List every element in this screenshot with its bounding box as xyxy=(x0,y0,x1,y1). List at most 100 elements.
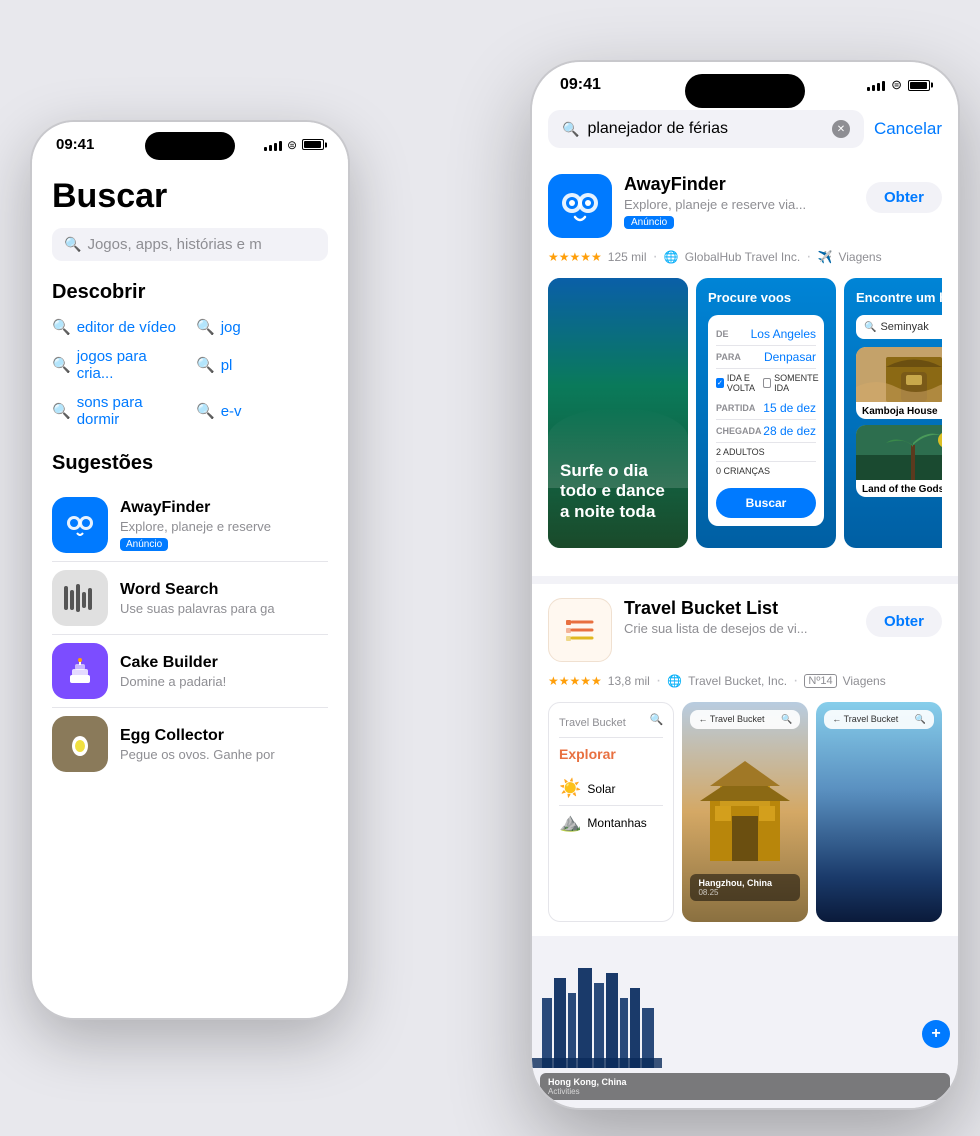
search-placeholder: Jogos, apps, histórias e m xyxy=(87,236,261,253)
category-tag: Viagens xyxy=(843,674,886,688)
search-icon-small: 🔍 xyxy=(196,356,215,374)
status-time-front: 09:41 xyxy=(560,76,601,94)
search-icon-small: 🔍 xyxy=(196,402,215,420)
screenshots-row: Sete dias em Bali Surfe o dia todo e dan… xyxy=(548,278,942,548)
app-desc: Explore, planeje e reserve via... xyxy=(624,197,854,212)
search-icon-small: 🔍 xyxy=(196,318,215,336)
signal-icon xyxy=(264,139,282,151)
suggestion-item[interactable]: 🔍 sons para dormir xyxy=(52,394,184,428)
suggestion-text: editor de vídeo xyxy=(77,319,176,336)
second-app-meta: ★★★★★ 13,8 mil · 🌐 Travel Bucket, Inc. ·… xyxy=(548,672,942,690)
suggestion-text: jogos para cria... xyxy=(77,348,184,382)
app-icon-eggcollector xyxy=(52,716,108,772)
status-bar-back: 09:41 ⊜ xyxy=(32,122,348,161)
suggestion-item[interactable]: 🔍 pl xyxy=(196,348,328,382)
suggestion-item[interactable]: 🔍 jogos para cria... xyxy=(52,348,184,382)
search-suggestions: 🔍 editor de vídeo 🔍 jog 🔍 jogos para cri… xyxy=(52,318,328,428)
list-item[interactable]: Word Search Use suas palavras para ga xyxy=(52,562,328,635)
status-time-back: 09:41 xyxy=(56,136,94,153)
search-container: 🔍 planejador de férias ✕ Cancelar xyxy=(532,102,958,160)
flight-from-row: DE Los Angeles xyxy=(716,323,816,346)
buscar-flight-button[interactable]: Buscar xyxy=(716,488,816,518)
hotel-search-bar: 🔍 Seminyak xyxy=(856,315,942,339)
status-bar-front: 09:41 ⊜ xyxy=(532,62,958,102)
second-app-desc: Crie sua lista de desejos de vi... xyxy=(624,621,854,636)
stars: ★★★★★ xyxy=(548,674,602,688)
phone-back: 09:41 ⊜ Buscar 🔍 Jogos, apps, história xyxy=(30,120,350,1020)
flight-children-row: 0 CRIANÇAS xyxy=(716,462,816,480)
suggestion-text: pl xyxy=(221,357,233,374)
hotel-card-2: Land of the Gods Inn xyxy=(856,425,942,497)
app-name: Word Search xyxy=(120,581,328,599)
dynamic-island-front xyxy=(685,74,805,108)
suggestion-text-group: Cake Builder Domine a padaria! xyxy=(120,654,328,689)
hotel-card-name-2: Land of the Gods Inn xyxy=(856,480,942,497)
app-icon-travel-bucket xyxy=(548,598,612,662)
plane-icon: ✈️ xyxy=(817,250,832,264)
search-bar-back[interactable]: 🔍 Jogos, apps, histórias e m xyxy=(52,228,328,261)
main-app-card: AwayFinder Explore, planeje e reserve vi… xyxy=(532,160,958,576)
screenshot-bali: Sete dias em Bali Surfe o dia todo e dan… xyxy=(548,278,688,548)
list-item[interactable]: AwayFinder Explore, planeje e reserve An… xyxy=(52,489,328,562)
cancel-button[interactable]: Cancelar xyxy=(874,119,942,139)
second-obter-button[interactable]: Obter xyxy=(866,606,942,637)
checkbox-roundtrip: ✓ xyxy=(716,378,724,388)
flight-title: Procure voos xyxy=(708,290,824,305)
second-app-info: Travel Bucket List Crie sua lista de des… xyxy=(624,598,854,636)
suggestion-item[interactable]: 🔍 jog xyxy=(196,318,328,336)
obter-button[interactable]: Obter xyxy=(866,182,942,213)
list-item[interactable]: Cake Builder Domine a padaria! xyxy=(52,635,328,708)
app-name: Egg Collector xyxy=(120,727,328,745)
dynamic-island-back xyxy=(145,132,235,160)
app-card-header: AwayFinder Explore, planeje e reserve vi… xyxy=(548,174,942,238)
app-name: AwayFinder xyxy=(624,174,854,195)
second-app-header: Travel Bucket List Crie sua lista de des… xyxy=(548,598,942,662)
globe-icon: 🌐 xyxy=(667,674,682,688)
suggestion-text: sons para dormir xyxy=(77,394,184,428)
suggestion-item[interactable]: 🔍 e-v xyxy=(196,394,328,428)
hotel-card-image-1 xyxy=(856,347,942,402)
buscar-title: Buscar xyxy=(52,177,328,216)
travel-screenshot-1: Travel Bucket 🔍 Explorar ☀️ Solar ⛰️ Mon… xyxy=(548,702,674,922)
flight-options-row: ✓ IDA E VOLTA SOMENTE IDA xyxy=(716,369,816,397)
bali-main-text: Surfe o dia todo e dance a noite toda xyxy=(560,461,676,522)
back-phone-content: Buscar 🔍 Jogos, apps, histórias e m Desc… xyxy=(32,161,348,796)
hotel-card-image-2 xyxy=(856,425,942,480)
wifi-icon: ⊜ xyxy=(287,138,297,152)
battery-icon xyxy=(908,80,930,91)
app-name: AwayFinder xyxy=(120,499,328,517)
app-meta: ★★★★★ 125 mil · 🌐 GlobalHub Travel Inc. … xyxy=(548,248,942,266)
app-name: Cake Builder xyxy=(120,654,328,672)
category-tag: Viagens xyxy=(838,250,881,264)
suggestion-item[interactable]: 🔍 editor de vídeo xyxy=(52,318,184,336)
app-icon-cakebuilder xyxy=(52,643,108,699)
app-icon-awayfinder-large xyxy=(548,174,612,238)
clear-button[interactable]: ✕ xyxy=(832,120,850,138)
hotel-card-1: Kamboja House xyxy=(856,347,942,419)
suggestion-text-group: AwayFinder Explore, planeje e reserve An… xyxy=(120,499,328,552)
search-icon: 🔍 xyxy=(64,236,81,253)
app-icon-wordsearch xyxy=(52,570,108,626)
list-item[interactable]: Egg Collector Pegue os ovos. Ganhe por xyxy=(52,708,328,780)
second-app-card: Travel Bucket List Crie sua lista de des… xyxy=(532,584,958,936)
status-icons-back: ⊜ xyxy=(264,138,324,152)
phone-front: 09:41 ⊜ 🔍 planejador de férias ✕ xyxy=(530,60,960,1110)
globe-icon: 🌐 xyxy=(664,250,679,264)
anuncio-badge: Anúncio xyxy=(120,538,168,551)
divider xyxy=(532,576,958,584)
search-bar-front[interactable]: 🔍 planejador de férias ✕ xyxy=(548,110,864,148)
age-badge: Nº14 xyxy=(804,674,836,688)
suggestion-text-group: Egg Collector Pegue os ovos. Ganhe por xyxy=(120,727,328,762)
status-icons-front: ⊜ xyxy=(867,77,930,93)
developer-info: Travel Bucket, Inc. xyxy=(688,674,787,688)
search-icon-small: 🔍 xyxy=(52,356,71,374)
flight-arrival-row: CHEGADA 28 de dez xyxy=(716,420,816,443)
suggestion-text: jog xyxy=(221,319,241,336)
app-icon-awayfinder xyxy=(52,497,108,553)
travel-screenshots-row: Travel Bucket 🔍 Explorar ☀️ Solar ⛰️ Mon… xyxy=(548,702,942,922)
app-desc: Explore, planeje e reserve xyxy=(120,519,328,534)
search-icon-small: 🔍 xyxy=(52,318,71,336)
suggestion-text-group: Word Search Use suas palavras para ga xyxy=(120,581,328,616)
screenshot-hotel: Encontre um hotel 🔍 Seminyak xyxy=(844,278,942,548)
flight-to-row: PARA Denpasar xyxy=(716,346,816,369)
